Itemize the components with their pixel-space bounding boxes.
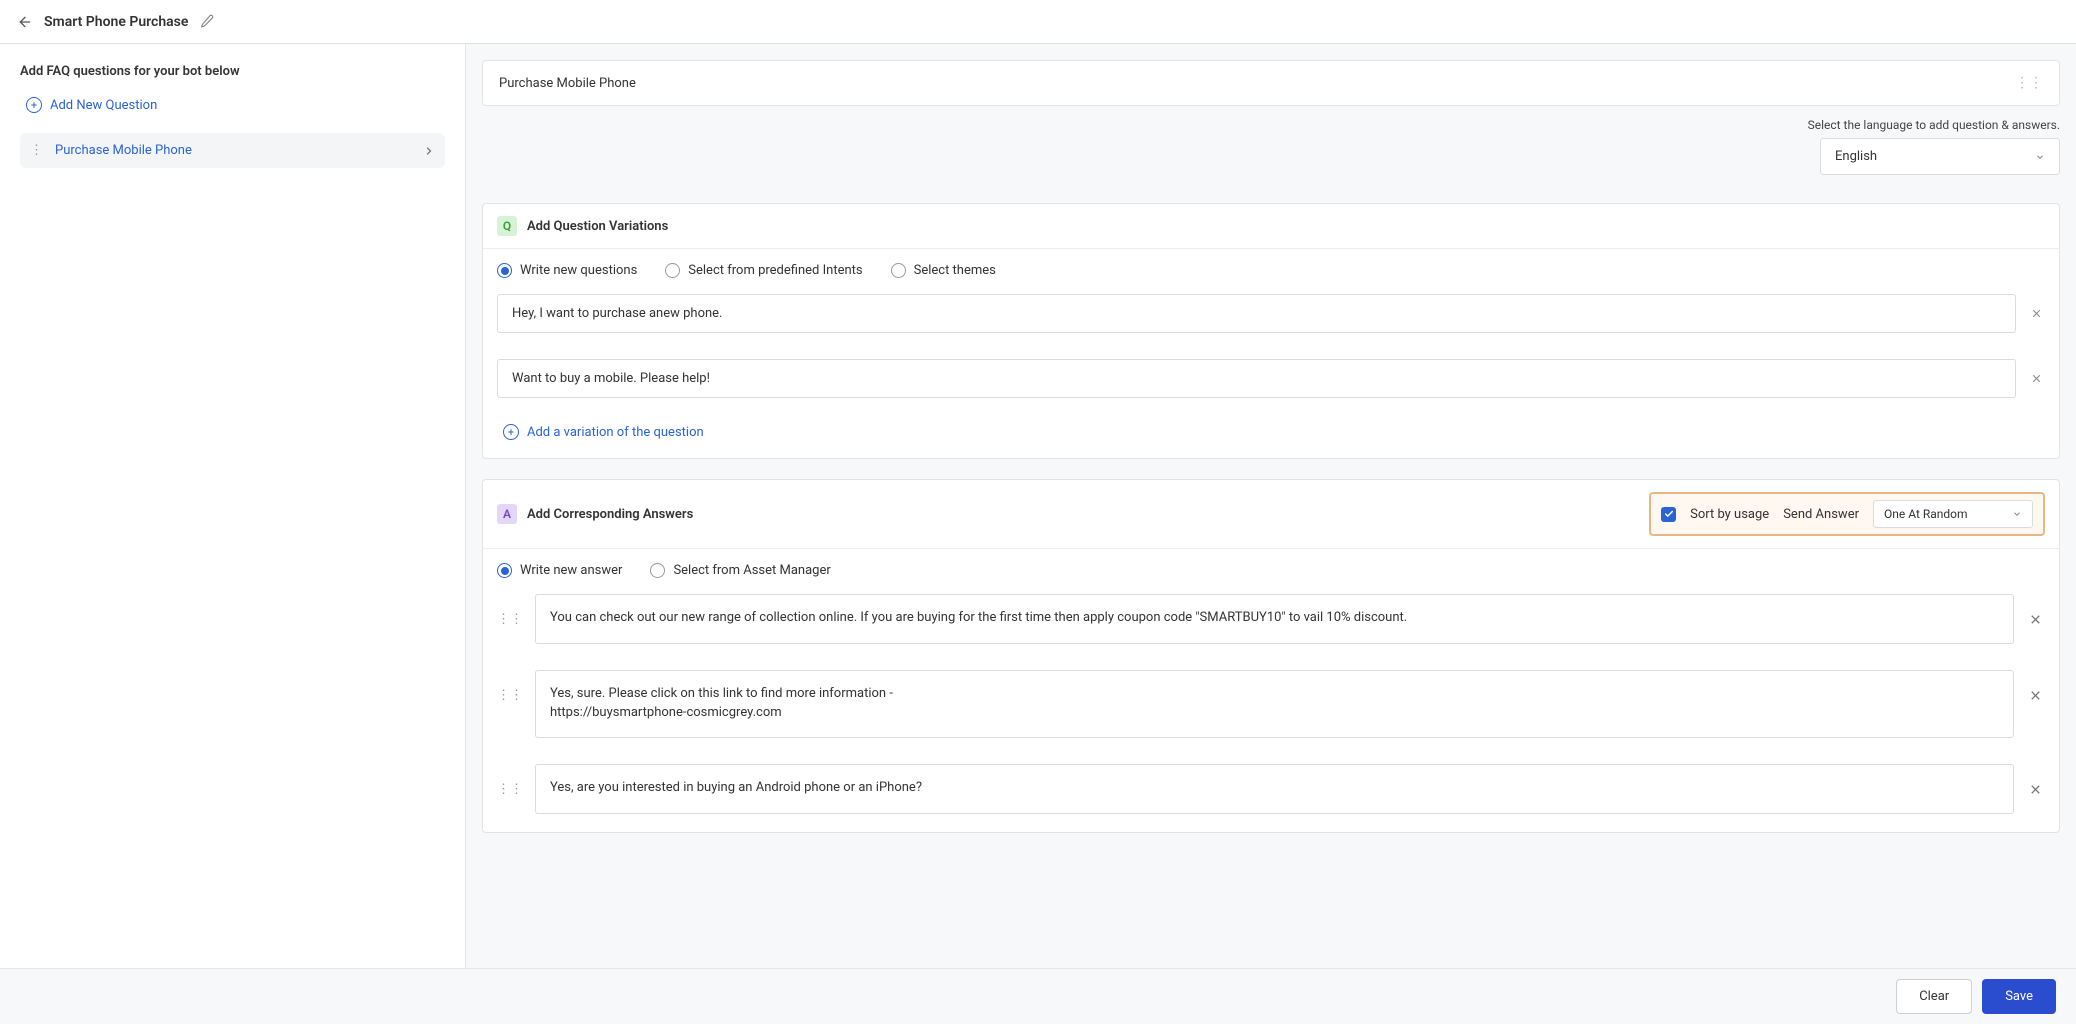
radio-icon: [665, 263, 680, 278]
sort-by-usage-checkbox[interactable]: [1661, 507, 1676, 522]
chevron-right-icon: [423, 145, 435, 157]
radio-label: Select from Asset Manager: [673, 563, 830, 578]
question-title-text: Purchase Mobile Phone: [499, 76, 636, 91]
answer-options-panel: Sort by usage Send Answer One At Random: [1649, 492, 2045, 536]
language-value: English: [1835, 149, 1877, 164]
close-icon: [2030, 307, 2043, 320]
question-variations-card: Q Add Question Variations Write new ques…: [482, 203, 2060, 459]
footer-bar: Clear Save: [0, 968, 2076, 1024]
answer-input[interactable]: You can check out our new range of colle…: [535, 594, 2014, 644]
question-badge-icon: Q: [497, 216, 517, 236]
arrow-left-icon: [17, 14, 33, 30]
drag-handle-icon[interactable]: ⋮: [30, 143, 45, 158]
send-answer-value: One At Random: [1884, 507, 1968, 521]
close-icon: [2028, 688, 2043, 703]
question-variation-row: Hey, I want to purchase anew phone.: [497, 294, 2045, 333]
add-new-question-button[interactable]: + Add New Question: [20, 93, 445, 117]
sidebar-question-item[interactable]: ⋮ Purchase Mobile Phone: [20, 133, 445, 168]
close-icon: [2028, 612, 2043, 627]
answer-input[interactable]: Yes, sure. Please click on this link to …: [535, 670, 2014, 738]
question-source-radios: Write new questions Select from predefin…: [497, 263, 2045, 278]
language-label: Select the language to add question & an…: [1808, 118, 2060, 132]
radio-label: Write new answer: [520, 563, 622, 578]
check-icon: [1664, 509, 1674, 519]
radio-label: Select from predefined Intents: [688, 263, 862, 278]
drag-handle-icon[interactable]: ⋮⋮: [497, 782, 523, 797]
sidebar: Add FAQ questions for your bot below + A…: [0, 44, 466, 968]
plus-circle-icon: +: [26, 97, 42, 113]
sort-by-usage-label: Sort by usage: [1690, 507, 1769, 522]
close-icon: [2028, 782, 2043, 797]
save-button[interactable]: Save: [1982, 979, 2056, 1014]
language-row: Select the language to add question & an…: [482, 118, 2060, 175]
answer-row: ⋮⋮ Yes, sure. Please click on this link …: [497, 670, 2045, 738]
answers-card: A Add Corresponding Answers Sort by usag…: [482, 479, 2060, 833]
remove-variation-button[interactable]: [2028, 307, 2045, 320]
pencil-icon: [200, 14, 214, 28]
radio-predefined-intents[interactable]: Select from predefined Intents: [665, 263, 862, 278]
add-new-question-label: Add New Question: [50, 98, 157, 113]
add-variation-button[interactable]: + Add a variation of the question: [497, 424, 2045, 440]
chevron-down-icon: [2012, 509, 2022, 519]
drag-handle-icon[interactable]: ⋮⋮: [497, 688, 523, 703]
question-title-card: Purchase Mobile Phone ⋮⋮: [482, 60, 2060, 106]
send-answer-label: Send Answer: [1783, 507, 1859, 522]
radio-icon: [650, 563, 665, 578]
radio-label: Write new questions: [520, 263, 637, 278]
answer-row: ⋮⋮ Yes, are you interested in buying an …: [497, 764, 2045, 814]
remove-answer-button[interactable]: [2026, 688, 2045, 703]
sidebar-heading: Add FAQ questions for your bot below: [20, 64, 445, 79]
radio-asset-manager[interactable]: Select from Asset Manager: [650, 563, 830, 578]
page-title: Smart Phone Purchase: [44, 14, 188, 30]
back-button[interactable]: [16, 13, 34, 31]
question-card-title: Add Question Variations: [527, 219, 2045, 234]
edit-title-button[interactable]: [200, 14, 216, 30]
send-answer-select[interactable]: One At Random: [1873, 500, 2033, 528]
question-variation-input[interactable]: Want to buy a mobile. Please help!: [497, 359, 2016, 398]
question-variation-input[interactable]: Hey, I want to purchase anew phone.: [497, 294, 2016, 333]
answer-source-radios: Write new answer Select from Asset Manag…: [497, 563, 2045, 578]
card-header: A Add Corresponding Answers Sort by usag…: [483, 480, 2059, 549]
chevron-down-icon: [2035, 152, 2045, 162]
card-body: Write new answer Select from Asset Manag…: [483, 549, 2059, 832]
question-variation-row: Want to buy a mobile. Please help!: [497, 359, 2045, 398]
answer-row: ⋮⋮ You can check out our new range of co…: [497, 594, 2045, 644]
radio-icon: [891, 263, 906, 278]
radio-write-new-questions[interactable]: Write new questions: [497, 263, 637, 278]
language-select[interactable]: English: [1820, 138, 2060, 175]
card-header: Q Add Question Variations: [483, 204, 2059, 249]
remove-variation-button[interactable]: [2028, 372, 2045, 385]
add-variation-label: Add a variation of the question: [527, 425, 704, 440]
answer-input[interactable]: Yes, are you interested in buying an And…: [535, 764, 2014, 814]
close-icon: [2030, 372, 2043, 385]
radio-write-new-answer[interactable]: Write new answer: [497, 563, 622, 578]
radio-icon: [497, 563, 512, 578]
answer-badge-icon: A: [497, 504, 517, 524]
plus-circle-icon: +: [503, 424, 519, 440]
drag-handle-icon[interactable]: ⋮⋮: [2015, 75, 2043, 91]
drag-handle-icon[interactable]: ⋮⋮: [497, 612, 523, 627]
radio-label: Select themes: [914, 263, 996, 278]
radio-icon: [497, 263, 512, 278]
main-content: Purchase Mobile Phone ⋮⋮ Select the lang…: [466, 44, 2076, 968]
answer-card-title: Add Corresponding Answers: [527, 507, 1639, 522]
clear-button[interactable]: Clear: [1896, 979, 1972, 1014]
sidebar-question-label: Purchase Mobile Phone: [55, 143, 413, 158]
card-body: Write new questions Select from predefin…: [483, 249, 2059, 458]
page-header: Smart Phone Purchase: [0, 0, 2076, 44]
remove-answer-button[interactable]: [2026, 782, 2045, 797]
remove-answer-button[interactable]: [2026, 612, 2045, 627]
radio-select-themes[interactable]: Select themes: [891, 263, 996, 278]
